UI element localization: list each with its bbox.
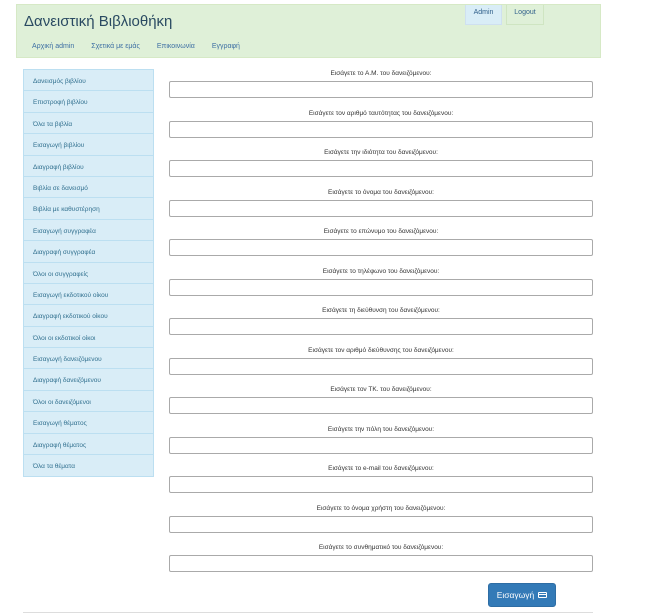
username-input[interactable] [169, 515, 593, 533]
sidebar-item-overdue-books[interactable]: Βιβλία με καθυστέρηση [24, 198, 153, 220]
nav-about[interactable]: Σχετικά με εμάς [91, 43, 140, 50]
sidebar-item-all-publishers[interactable]: Όλοι οι εκδοτικοί οίκοι [24, 326, 153, 349]
field-label: Εισάγετε το e-mail του δανειζόμενου: [328, 465, 434, 472]
email-input[interactable] [169, 476, 593, 493]
field-label: Εισάγετε το όνομα του δανειζόμενου: [328, 188, 434, 196]
sidebar-item-all-subjects[interactable]: Όλα τα θέματα [24, 455, 153, 477]
site-header: Δανειστική Βιβλιοθήκη Αρχική admin Σχετι… [16, 4, 601, 58]
postal-code-input[interactable] [169, 397, 593, 414]
capacity-input[interactable] [169, 160, 593, 177]
nav-home-admin[interactable]: Αρχική admin [32, 43, 74, 50]
sidebar-item-borrow-book[interactable]: Δανεισμός βιβλίου [24, 70, 153, 92]
nav-contact[interactable]: Επικοινωνία [157, 43, 195, 50]
sidebar-item-all-books[interactable]: Όλα τα βιβλία [24, 112, 153, 135]
field-city: Εισάγετε την πόλη του δανειζόμενου: [169, 425, 593, 454]
last-name-input[interactable] [169, 239, 593, 256]
submit-label: Εισαγωγή [496, 590, 535, 600]
sidebar-item-return-book[interactable]: Επιστροφή βιβλίου [24, 91, 153, 113]
sidebar-item-delete-subject[interactable]: Διαγραφή θέματος [24, 433, 153, 456]
field-label: Εισάγετε το συνθηματικό του δανειζόμενου… [318, 544, 444, 551]
am-input[interactable] [169, 81, 593, 98]
field-label: Εισάγετε το Α.Μ. του δανειζόμενου: [330, 70, 432, 77]
sidebar-item-add-publisher[interactable]: Εισαγωγή εκδοτικού οίκου [24, 283, 153, 306]
field-capacity: Εισάγετε την ιδιότητα του δανειζόμενου: [169, 148, 593, 177]
sidebar-item-all-authors[interactable]: Όλοι οι συγγραφείς [24, 262, 153, 284]
password-input[interactable] [169, 555, 593, 572]
field-first-name: Εισάγετε το όνομα του δανειζόμενου: [169, 188, 593, 217]
credit-card-icon [538, 592, 548, 598]
field-label: Εισάγετε τον ΤΚ. του δανειζόμενου: [330, 386, 432, 393]
first-name-input[interactable] [169, 199, 593, 217]
main-nav: Αρχική admin Σχετικά με εμάς Επικοινωνία… [32, 43, 240, 50]
field-last-name: Εισάγετε το επώνυμο του δανειζόμενου: [169, 227, 593, 256]
id-number-input[interactable] [169, 120, 593, 138]
sidebar-item-add-book[interactable]: Εισαγωγή βιβλίου [24, 134, 153, 156]
field-label: Εισάγετε τη διεύθυνση του δανειζόμενου: [322, 307, 440, 314]
address-number-input[interactable] [169, 357, 593, 375]
sidebar-item-delete-author[interactable]: Διαγραφή συγγραφέα [24, 241, 153, 263]
sidebar-item-all-borrowers[interactable]: Όλοι οι δανειζόμενοι [24, 390, 153, 413]
field-address-number: Εισάγετε τον αριθμό διεύθυνσης του δανει… [169, 346, 593, 375]
address-input[interactable] [169, 318, 593, 335]
field-label: Εισάγετε το όνομα χρήστη του δανειζόμενο… [316, 504, 446, 512]
field-email: Εισάγετε το e-mail του δανειζόμενου: [169, 464, 593, 493]
sidebar-item-add-author[interactable]: Εισαγωγή συγγραφέα [24, 219, 153, 242]
field-label: Εισάγετε το τηλέφωνο του δανειζόμενου: [322, 267, 440, 275]
field-password: Εισάγετε το συνθηματικό του δανειζόμενου… [169, 543, 593, 572]
sidebar-item-delete-borrower[interactable]: Διαγραφή δανειζόμενου [24, 369, 153, 391]
sidebar-item-delete-publisher[interactable]: Διαγραφή εκδοτικού οίκου [24, 305, 153, 327]
field-address: Εισάγετε τη διεύθυνση του δανειζόμενου: [169, 306, 593, 335]
sidebar-item-delete-book[interactable]: Διαγραφή βιβλίου [24, 155, 153, 177]
city-input[interactable] [169, 436, 593, 454]
footer-divider [23, 612, 593, 613]
field-username: Εισάγετε το όνομα χρήστη του δανειζόμενο… [169, 504, 593, 533]
nav-register[interactable]: Εγγραφή [212, 43, 240, 50]
phone-input[interactable] [169, 278, 593, 296]
sidebar-item-add-subject[interactable]: Εισαγωγή θέματος [24, 412, 153, 434]
field-postal-code: Εισάγετε τον ΤΚ. του δανειζόμενου: [169, 385, 593, 414]
sidebar-item-add-borrower[interactable]: Εισαγωγή δανειζόμενου [24, 348, 153, 370]
field-label: Εισάγετε το επώνυμο του δανειζόμενου: [323, 228, 439, 235]
sidebar-item-books-on-loan[interactable]: Βιβλία σε δανεισμό [24, 176, 153, 199]
submit-button[interactable]: Εισαγωγή [488, 583, 556, 607]
field-phone: Εισάγετε το τηλέφωνο του δανειζόμενου: [169, 267, 593, 296]
field-label: Εισάγετε την πόλη του δανειζόμενου: [327, 425, 435, 433]
logout-button[interactable]: Logout [506, 5, 544, 25]
field-label: Εισάγετε τον αριθμό ταυτότητας του δανει… [308, 109, 454, 117]
field-label: Εισάγετε τον αριθμό διεύθυνσης του δανει… [308, 346, 454, 354]
sidebar-menu: Δανεισμός βιβλίου Επιστροφή βιβλίου Όλα … [23, 69, 154, 478]
admin-button[interactable]: Admin [465, 5, 502, 25]
site-title: Δανειστική Βιβλιοθήκη [24, 13, 173, 30]
field-label: Εισάγετε την ιδιότητα του δανειζόμενου: [324, 149, 438, 156]
field-am: Εισάγετε το Α.Μ. του δανειζόμενου: [169, 69, 593, 98]
field-id-number: Εισάγετε τον αριθμό ταυτότητας του δανει… [169, 109, 593, 138]
